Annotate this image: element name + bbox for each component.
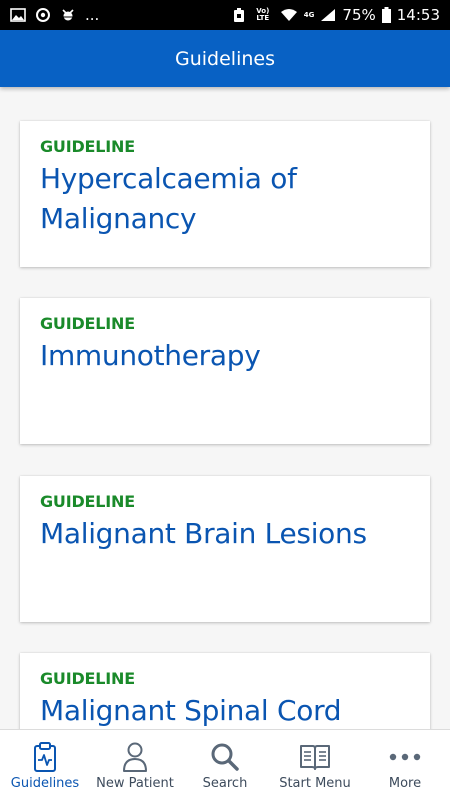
book-icon [298,740,332,774]
bug-icon [62,9,74,21]
wifi-icon [280,9,297,21]
card-title: Immunotherapy [40,339,261,372]
alarm-icon [233,8,244,22]
card-kicker: GUIDELINE [40,314,135,333]
nav-label: Start Menu [279,776,351,791]
status-bar: ... Vo) LTE 4G 75% 14:53 [0,0,450,30]
signal-icon [321,9,336,21]
image-icon [10,8,26,22]
sync-icon [36,8,50,22]
guideline-card[interactable]: GUIDELINE Hypercalcaemia of Malignancy [20,121,430,267]
status-right: Vo) LTE 4G 75% 14:53 [232,0,440,30]
card-kicker: GUIDELINE [40,669,135,688]
guideline-card[interactable]: GUIDELINE Malignant Brain Lesions [20,476,430,622]
bottom-nav: Guidelines New Patient Search Start Menu… [0,729,450,800]
nav-item-start-menu[interactable]: Start Menu [270,730,360,800]
clipboard-pulse-icon [28,740,62,774]
nav-item-new-patient[interactable]: New Patient [90,730,180,800]
person-icon [118,740,152,774]
battery-percent: 75% [342,6,376,24]
more-dots-icon [388,740,422,774]
clock: 14:53 [396,6,440,24]
nav-label: More [388,776,422,791]
card-title: Malignant Spinal Cord [40,694,342,727]
battery-icon [381,7,391,23]
guideline-card[interactable]: GUIDELINE Immunotherapy [20,298,430,444]
page-title: Guidelines [175,47,275,70]
search-icon [208,740,242,774]
card-title: Malignant Brain Lesions [40,517,367,550]
card-title: Hypercalcaemia of Malignancy [40,162,297,235]
nav-item-guidelines[interactable]: Guidelines [0,730,90,800]
status-more: ... [85,6,100,24]
nav-label: Search [202,776,248,791]
volte-indicator: Vo) LTE [256,7,270,22]
nav-label: New Patient [96,776,174,791]
guideline-list[interactable]: GUIDELINE Hypercalcaemia of Malignancy G… [0,87,450,729]
card-kicker: GUIDELINE [40,137,135,156]
nav-label: Guidelines [10,776,80,791]
status-left: ... [10,0,99,30]
card-kicker: GUIDELINE [40,492,135,511]
nav-item-more[interactable]: More [360,730,450,800]
guideline-card[interactable]: GUIDELINE Malignant Spinal Cord [20,653,430,729]
app-bar: Guidelines [0,30,450,87]
network-type: 4G [303,10,315,19]
nav-item-search[interactable]: Search [180,730,270,800]
